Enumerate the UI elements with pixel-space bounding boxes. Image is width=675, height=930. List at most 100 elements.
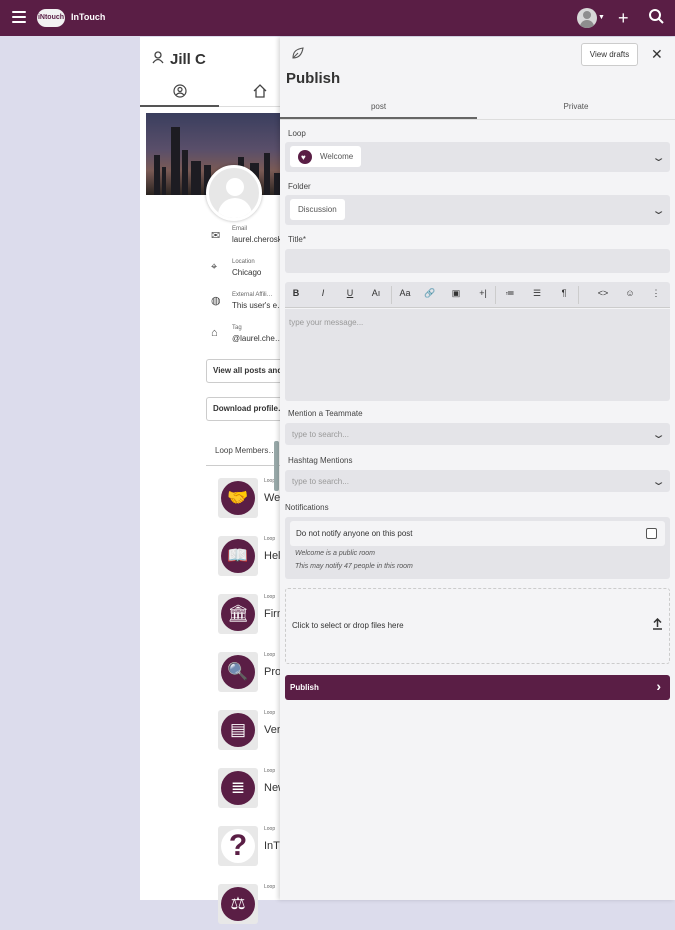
leaf-icon xyxy=(291,47,304,63)
notify-option[interactable]: Do not notify anyone on this post xyxy=(290,521,665,546)
info-label: Tag xyxy=(232,325,242,331)
notifications-label: Notifications xyxy=(285,503,329,512)
list-item[interactable]: 🏛 Loop Firm xyxy=(216,594,286,640)
search-icon[interactable] xyxy=(649,8,664,28)
chevron-down-icon[interactable]: ⌄ xyxy=(651,475,666,488)
bold-icon[interactable]: B xyxy=(289,288,303,298)
loop-select[interactable]: Welcome ⌄ xyxy=(285,142,670,172)
profile-name: Jill C xyxy=(152,51,206,68)
notify-checkbox[interactable] xyxy=(646,528,657,539)
info-label: Location xyxy=(232,259,255,265)
list-item[interactable]: ? Loop InT… xyxy=(216,826,291,872)
chevron-down-icon[interactable]: ▼ xyxy=(598,14,605,21)
more-icon[interactable]: ⋮ xyxy=(649,288,663,299)
upload-icon[interactable] xyxy=(652,617,663,633)
publish-title: Publish xyxy=(286,70,341,87)
title-input[interactable] xyxy=(285,249,670,273)
profile-name-text: Jill C xyxy=(170,51,206,68)
card-icon: ▤ xyxy=(218,710,258,750)
ordered-list-icon[interactable]: ≔ xyxy=(503,288,517,299)
mention-input[interactable]: type to search... ⌄ xyxy=(285,423,670,445)
link-icon[interactable]: 🔗 xyxy=(423,288,437,299)
info-tag: Tag @laurel.che… xyxy=(232,325,283,343)
loop-label: Loop xyxy=(288,129,306,138)
notifications-box: Do not notify anyone on this post Welcom… xyxy=(285,517,670,579)
tab-home[interactable] xyxy=(240,81,280,107)
close-icon[interactable]: ✕ xyxy=(651,46,663,63)
loop-type: Loop xyxy=(264,594,276,600)
list-item[interactable]: 📖 Loop Help xyxy=(216,536,287,582)
tab-profile[interactable] xyxy=(140,81,219,107)
chevron-down-icon[interactable]: ⌄ xyxy=(651,151,666,164)
document-icon: ≣ xyxy=(218,768,258,808)
tab-private[interactable]: Private xyxy=(477,95,675,119)
dropzone-label: Click to select or drop files here xyxy=(292,621,404,630)
bullet-list-icon[interactable]: ☰ xyxy=(530,288,544,299)
mention-placeholder: type to search... xyxy=(292,430,349,439)
app-logo[interactable]: iNtouch xyxy=(37,9,65,27)
note-notify: This may notify 47 people in this room xyxy=(295,563,413,570)
list-item[interactable]: ▤ Loop Ven… xyxy=(216,710,294,756)
info-value: This user's e… xyxy=(232,301,286,310)
code-icon[interactable]: <> xyxy=(596,288,610,298)
loop-type: Loop xyxy=(264,768,276,774)
app-brand: InTouch xyxy=(71,12,106,22)
chevron-down-icon[interactable]: ⌄ xyxy=(651,204,666,217)
text-size-icon[interactable]: Aa xyxy=(398,288,412,298)
underline-icon[interactable]: U xyxy=(343,288,357,298)
italic-icon[interactable]: I xyxy=(316,288,330,298)
publish-panel: Publish View drafts ✕ post Private Loop … xyxy=(280,37,675,900)
profile-avatar[interactable] xyxy=(206,165,262,221)
globe-icon: ◍ xyxy=(211,295,221,307)
publish-button[interactable]: Publish › xyxy=(285,675,670,700)
info-value: Chicago xyxy=(232,268,262,277)
loop-type: Loop xyxy=(264,710,276,716)
envelope-icon: ✉ xyxy=(211,230,221,242)
download-profile-button[interactable]: Download profile… xyxy=(206,397,285,421)
top-bar: iNtouch InTouch ▼ + xyxy=(0,0,675,36)
question-icon: ? xyxy=(218,826,258,866)
user-avatar-icon[interactable] xyxy=(577,8,597,28)
loop-type: Loop xyxy=(264,536,276,542)
map-pin-icon: ⌖ xyxy=(211,261,218,273)
book-icon: 📖 xyxy=(218,536,258,576)
hashtag-label: Hashtag Mentions xyxy=(288,456,353,465)
editor-toolbar: B I U Aı Aa 🔗 ▣ +| ≔ ☰ ¶ <> ☺ ⋮ xyxy=(285,282,670,308)
folder-select[interactable]: Discussion ⌄ xyxy=(285,195,670,225)
list-item[interactable]: ≣ Loop New… xyxy=(216,768,297,814)
info-affiliation: External Affili… This user's e… xyxy=(232,292,285,310)
publish-button-label: Publish xyxy=(290,683,319,692)
building-icon: 🏛 xyxy=(218,594,258,634)
folder-label: Folder xyxy=(288,182,311,191)
insert-icon[interactable]: +| xyxy=(476,288,490,298)
panel-resize-handle[interactable] xyxy=(274,441,279,491)
add-icon[interactable]: + xyxy=(618,8,629,28)
font-style-icon[interactable]: Aı xyxy=(369,288,383,298)
list-item[interactable]: 🔍 Loop Pro… xyxy=(216,652,292,698)
tab-divider xyxy=(280,119,675,120)
person-icon xyxy=(152,51,164,67)
tab-post[interactable]: post xyxy=(280,95,477,119)
paragraph-icon[interactable]: ¶ xyxy=(557,288,571,298)
heart-icon xyxy=(298,147,312,168)
search-doc-icon: 🔍 xyxy=(218,652,258,692)
view-posts-button[interactable]: View all posts and… xyxy=(206,359,285,383)
hashtag-input[interactable]: type to search... ⌄ xyxy=(285,470,670,492)
chevron-down-icon[interactable]: ⌄ xyxy=(651,428,666,441)
view-drafts-button[interactable]: View drafts xyxy=(581,43,638,66)
handshake-icon: 🤝 xyxy=(218,478,258,518)
folder-value: Discussion xyxy=(290,199,345,220)
info-value: @laurel.che… xyxy=(232,334,283,343)
file-dropzone[interactable]: Click to select or drop files here xyxy=(285,588,670,664)
note-public: Welcome is a public room xyxy=(295,550,376,557)
emoji-icon[interactable]: ☺ xyxy=(623,288,637,298)
message-editor[interactable]: type your message... xyxy=(285,309,670,401)
image-icon[interactable]: ▣ xyxy=(449,288,463,299)
list-item[interactable]: ⚖ Loop xyxy=(216,884,285,930)
loop-type: Loop xyxy=(264,652,276,658)
chevron-right-icon: › xyxy=(656,678,661,694)
menu-icon[interactable] xyxy=(12,11,26,23)
tag-icon: ⌂ xyxy=(211,327,218,339)
info-location: Location Chicago xyxy=(232,259,261,277)
profile-tabs xyxy=(140,81,285,107)
